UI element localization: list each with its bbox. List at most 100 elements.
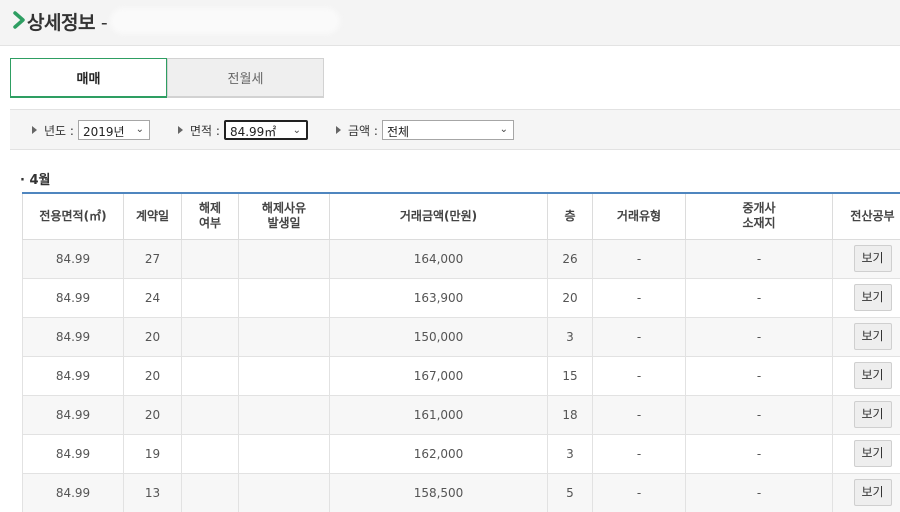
table-row: 84.99 13 158,500 5 - - 보기 [22, 472, 900, 512]
view-button[interactable]: 보기 [853, 479, 892, 506]
cell-cancelled [181, 277, 239, 318]
year-select[interactable]: 2019년 ⌄ [77, 120, 150, 140]
col-header-area: 전용면적(㎡) [22, 192, 124, 240]
cell-cancel-date [238, 472, 330, 512]
cell-registry: 보기 [832, 355, 900, 396]
table-row: 84.99 27 164,000 26 - - 보기 [22, 238, 900, 279]
cell-area: 84.99 [22, 472, 124, 512]
area-filter-label: 면적 : [190, 123, 220, 138]
area-select[interactable]: 84.99㎡ ⌄ [223, 120, 308, 140]
cell-cancel-date [238, 394, 330, 435]
view-button[interactable]: 보기 [853, 440, 892, 467]
price-filter-label: 금액 : [348, 123, 378, 138]
col-header-broker-location: 중개사 소재지 [685, 192, 833, 240]
year-filter-label: 년도 : [44, 123, 74, 138]
cell-floor: 5 [547, 472, 593, 512]
cell-price: 150,000 [329, 316, 548, 357]
area-filter: 면적 : 84.99㎡ ⌄ [178, 120, 308, 140]
price-filter: 금액 : 전체 ⌄ [336, 120, 514, 140]
cell-cancelled [181, 472, 239, 512]
cell-trade-type: - [592, 433, 686, 474]
triangle-right-icon [336, 126, 341, 134]
cell-day: 27 [123, 238, 182, 279]
cell-trade-type: - [592, 355, 686, 396]
tab-rent-label: 전월세 [227, 72, 264, 87]
trade-type-tabs: 매매 전월세 [10, 58, 324, 98]
chevron-down-icon: ⌄ [135, 124, 144, 135]
col-header-registry: 전산공부 [832, 192, 900, 240]
table-header-row: 전용면적(㎡) 계약일 해제 여부 해제사유 발생일 거래금액(만원) 층 거래… [22, 192, 900, 240]
col-header-floor: 층 [547, 192, 593, 240]
tab-sale[interactable]: 매매 [10, 58, 167, 98]
cell-cancelled [181, 316, 239, 357]
chevron-down-icon: ⌄ [292, 125, 301, 136]
year-filter: 년도 : 2019년 ⌄ [32, 120, 150, 140]
page-title-text: 상세정보 [27, 12, 95, 34]
cell-floor: 15 [547, 355, 593, 396]
cell-floor: 18 [547, 394, 593, 435]
view-button[interactable]: 보기 [853, 323, 892, 350]
cell-area: 84.99 [22, 316, 124, 357]
cell-broker: - [685, 355, 833, 396]
cell-day: 13 [123, 472, 182, 512]
cell-floor: 3 [547, 316, 593, 357]
view-button[interactable]: 보기 [853, 284, 892, 311]
year-select-value: 2019년 [82, 125, 125, 139]
cell-floor: 20 [547, 277, 593, 318]
view-button[interactable]: 보기 [853, 245, 892, 272]
cell-day: 20 [123, 355, 182, 396]
cell-trade-type: - [592, 238, 686, 279]
redacted-complex-name [110, 8, 340, 34]
page-title: 상세정보 - [27, 8, 108, 35]
area-select-value: 84.99㎡ [229, 125, 277, 139]
cell-price: 161,000 [329, 394, 548, 435]
tab-rent[interactable]: 전월세 [167, 58, 324, 98]
cell-price: 164,000 [329, 238, 548, 279]
price-select-value: 전체 [386, 125, 410, 139]
cell-broker: - [685, 472, 833, 512]
cell-registry: 보기 [832, 394, 900, 435]
col-header-cancel-date: 해제사유 발생일 [238, 192, 330, 240]
triangle-right-icon [178, 126, 183, 134]
cell-day: 20 [123, 316, 182, 357]
cell-broker: - [685, 394, 833, 435]
table-row: 84.99 20 167,000 15 - - 보기 [22, 355, 900, 396]
month-bullet: · [20, 173, 25, 188]
title-separator: - [100, 12, 108, 34]
cell-registry: 보기 [832, 316, 900, 357]
price-select[interactable]: 전체 ⌄ [381, 120, 514, 140]
triangle-right-icon [32, 126, 37, 134]
cell-cancelled [181, 394, 239, 435]
col-header-price: 거래금액(만원) [329, 192, 548, 240]
cell-trade-type: - [592, 394, 686, 435]
cell-trade-type: - [592, 277, 686, 318]
cell-broker: - [685, 316, 833, 357]
cell-area: 84.99 [22, 277, 124, 318]
cell-price: 163,900 [329, 277, 548, 318]
view-button[interactable]: 보기 [853, 401, 892, 428]
cell-broker: - [685, 433, 833, 474]
cell-cancel-date [238, 433, 330, 474]
chevron-right-icon [13, 11, 25, 29]
cell-trade-type: - [592, 316, 686, 357]
cell-day: 19 [123, 433, 182, 474]
cell-registry: 보기 [832, 433, 900, 474]
cell-cancelled [181, 433, 239, 474]
col-header-contract-day: 계약일 [123, 192, 182, 240]
cell-day: 20 [123, 394, 182, 435]
cell-cancel-date [238, 238, 330, 279]
cell-registry: 보기 [832, 238, 900, 279]
table-row: 84.99 20 161,000 18 - - 보기 [22, 394, 900, 435]
cell-floor: 26 [547, 238, 593, 279]
transactions-table: 전용면적(㎡) 계약일 해제 여부 해제사유 발생일 거래금액(만원) 층 거래… [22, 192, 900, 512]
cell-price: 167,000 [329, 355, 548, 396]
cell-registry: 보기 [832, 472, 900, 512]
page-header: 상세정보 - [0, 0, 900, 46]
filter-bar: 년도 : 2019년 ⌄ 면적 : 84.99㎡ ⌄ 금액 : 전체 ⌄ [10, 109, 900, 150]
cell-cancel-date [238, 277, 330, 318]
view-button[interactable]: 보기 [853, 362, 892, 389]
cell-area: 84.99 [22, 394, 124, 435]
cell-cancel-date [238, 355, 330, 396]
transactions-table-wrap: 전용면적(㎡) 계약일 해제 여부 해제사유 발생일 거래금액(만원) 층 거래… [22, 192, 900, 512]
cell-floor: 3 [547, 433, 593, 474]
